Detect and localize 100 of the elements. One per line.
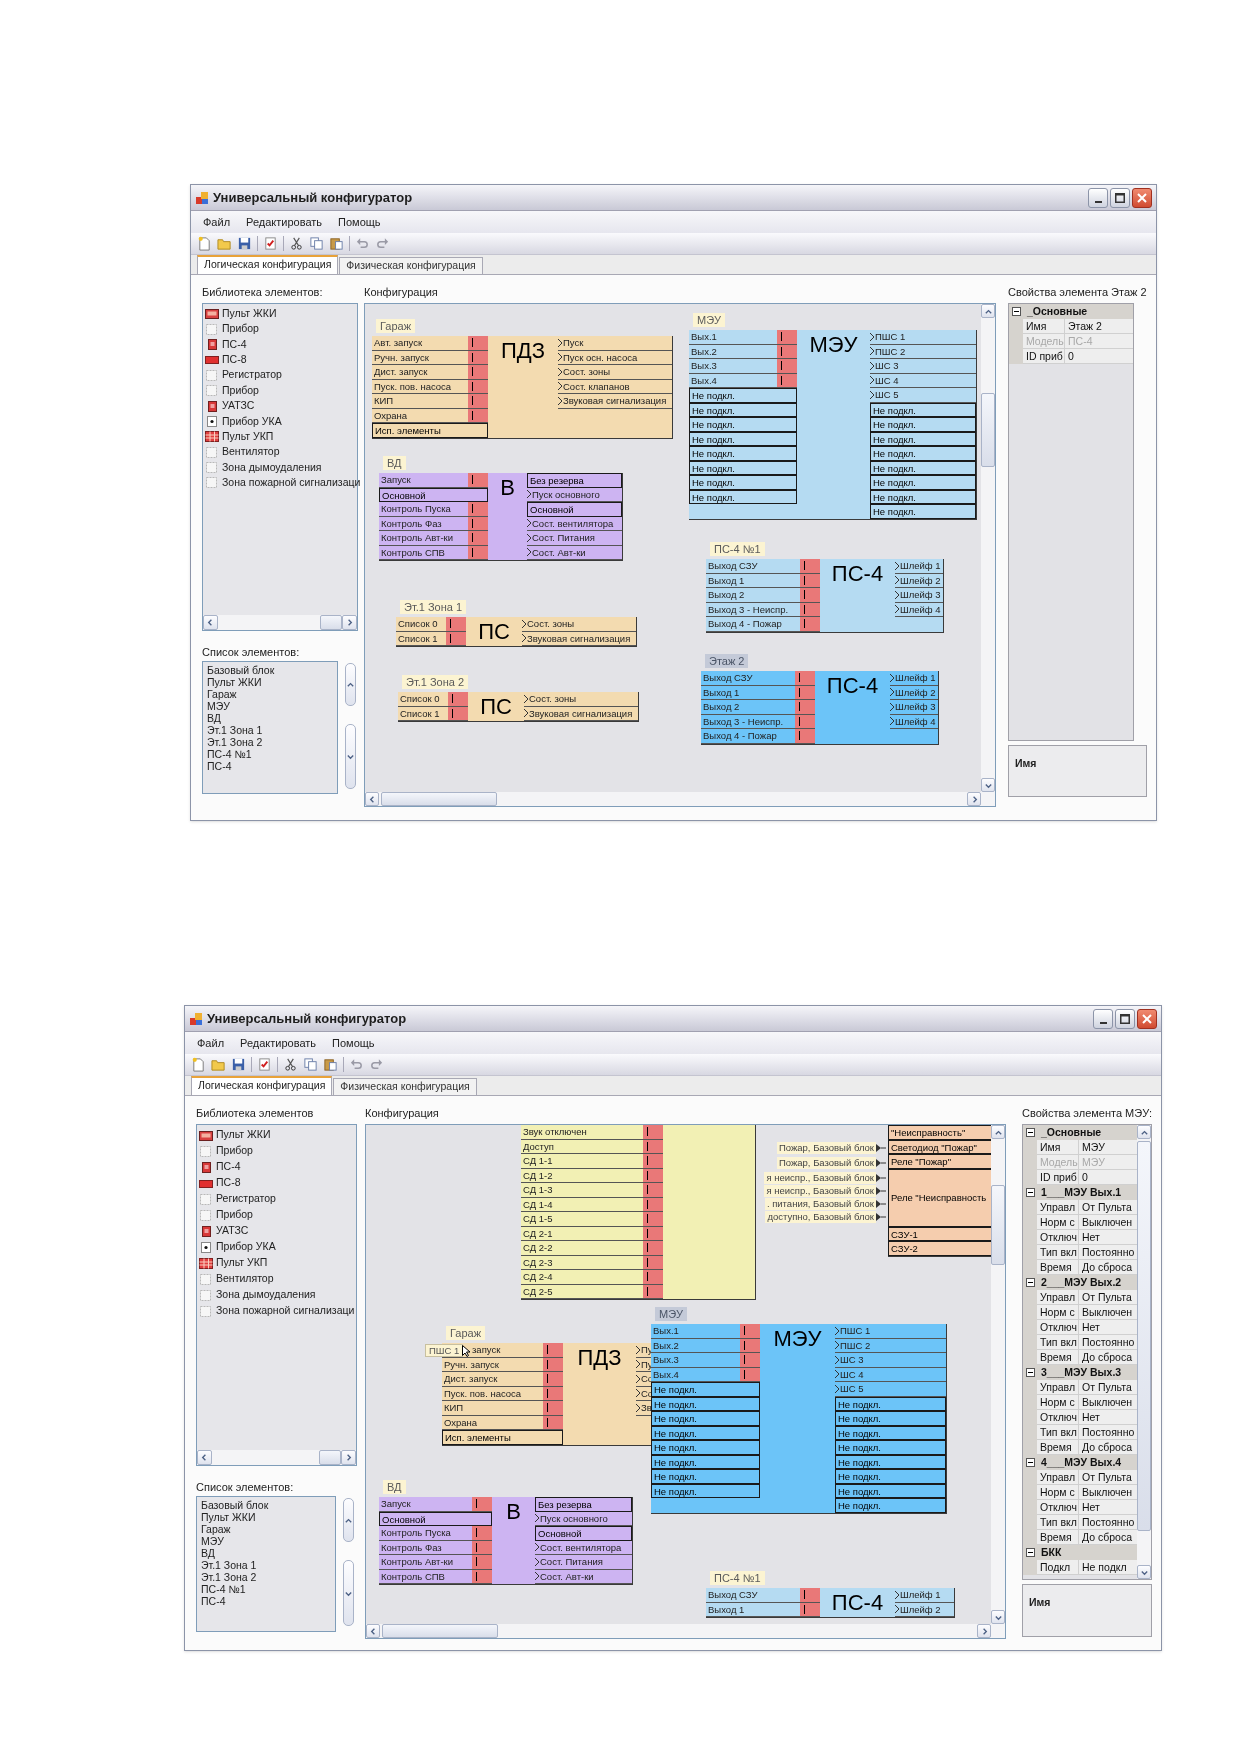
property-value[interactable]: До сброса	[1079, 1530, 1137, 1545]
device-block[interactable]: Запуск Основной Контроль Пуска Контроль Фаз Контроль Авт-ки Контроль СПВ В Без резерва Пуск основного Основной Сост. вентилятора Сост. Питания Сост. Авт-ки	[379, 473, 623, 561]
scroll-left-button[interactable]	[197, 1450, 212, 1465]
list-item[interactable]: Пульт ЖКИ	[207, 676, 262, 688]
property-value[interactable]: Постоянно	[1079, 1515, 1137, 1530]
scissors-icon[interactable]	[283, 1057, 298, 1072]
list-item[interactable]: Эт.1 Зона 1	[201, 1559, 257, 1571]
undo-icon[interactable]	[355, 236, 370, 251]
device-block[interactable]: Запуск Основной Контроль Пуска Контроль Фаз Контроль Авт-ки Контроль СПВ В Без резерва Пуск основного Основной Сост. вентилятора Сост. Питания Сост. Авт-ки	[379, 1497, 633, 1585]
close-button[interactable]	[1137, 1008, 1157, 1029]
block-title[interactable]: ПС-4 №1	[710, 1571, 765, 1585]
property-value[interactable]: До сброса	[1079, 1350, 1137, 1365]
property-value[interactable]: Нет	[1079, 1320, 1137, 1335]
library-item[interactable]: УАТЗС	[216, 1223, 249, 1239]
list-item[interactable]: Гараж	[207, 688, 237, 700]
block-title[interactable]: ПС-4 №1	[710, 542, 765, 556]
scroll-up-button[interactable]	[991, 1125, 1005, 1139]
scroll-right-button[interactable]	[342, 615, 357, 630]
library-item[interactable]: Регистратор	[216, 1191, 276, 1207]
scroll-left-button[interactable]	[365, 792, 379, 806]
tab[interactable]: Физическая конфигурация	[333, 1078, 477, 1095]
collapse-icon[interactable]	[1025, 1188, 1035, 1197]
minimize-button[interactable]	[1088, 187, 1108, 208]
list-item[interactable]: ПС-4	[207, 760, 232, 772]
block-title[interactable]: Эт.1 Зона 1	[400, 600, 467, 614]
block-title[interactable]: ВД	[383, 456, 406, 470]
library-item[interactable]: Зона пожарной сигнализаци	[222, 475, 361, 491]
scroll-right-button[interactable]	[967, 792, 981, 806]
maximize-button[interactable]	[1115, 1008, 1135, 1029]
list-item[interactable]: Базовый блок	[207, 664, 275, 676]
property-value[interactable]: Нет	[1079, 1230, 1137, 1245]
block-title[interactable]: МЭУ	[693, 313, 726, 327]
list-item[interactable]: ПС-4 №1	[207, 748, 252, 760]
property-value[interactable]: Выключен	[1079, 1485, 1137, 1500]
list-item[interactable]: Эт.1 Зона 2	[207, 736, 263, 748]
list-item[interactable]: МЭУ	[207, 700, 230, 712]
scroll-thumb[interactable]	[991, 1185, 1005, 1265]
library-item[interactable]: Зона пожарной сигнализаци	[216, 1303, 355, 1319]
property-value[interactable]: От Пульта	[1079, 1470, 1137, 1485]
list-item[interactable]: Эт.1 Зона 1	[207, 724, 263, 736]
collapse-icon[interactable]	[1025, 1458, 1035, 1467]
property-value[interactable]: Постоянно	[1079, 1425, 1137, 1440]
library-item[interactable]: Пульт УКП	[216, 1255, 268, 1271]
property-value[interactable]: Нет	[1079, 1500, 1137, 1515]
copy-icon[interactable]	[309, 236, 324, 251]
device-block[interactable]: Список 0 Список 1 ПС Сост. зоны Звуковая сигнализация	[396, 617, 637, 647]
list-item[interactable]: Гараж	[201, 1523, 231, 1535]
scroll-right-button[interactable]	[341, 1450, 356, 1465]
scroll-left-button[interactable]	[366, 1624, 380, 1638]
scroll-thumb[interactable]	[981, 393, 995, 467]
library-item[interactable]: Пульт УКП	[222, 428, 274, 445]
menu-item[interactable]: Помощь	[332, 213, 387, 231]
redo-icon[interactable]	[375, 236, 390, 251]
collapse-icon[interactable]	[1025, 1128, 1035, 1137]
device-block[interactable]: Выход СЗУ Выход 1 ПС-4 Шлейф 1 Шлейф 2	[706, 1588, 955, 1618]
property-value[interactable]: От Пульта	[1079, 1200, 1137, 1215]
scroll-thumb[interactable]	[382, 1624, 498, 1638]
library-item[interactable]: Регистратор	[222, 367, 282, 384]
scroll-down-button[interactable]	[981, 778, 995, 792]
library-item[interactable]: Зона дымоудаления	[216, 1287, 316, 1303]
library-item[interactable]: Вентилятор	[216, 1271, 274, 1287]
device-block[interactable]: Выход СЗУ Выход 1 Выход 2 Выход 3 - Неиспр. Выход 4 - Пожар ПС-4 Шлейф 1 Шлейф 2 Шлейф 3 Шлейф 4	[701, 671, 939, 745]
paste-icon[interactable]	[329, 236, 344, 251]
library-item[interactable]: Прибор	[222, 321, 259, 337]
property-value[interactable]: Постоянно	[1079, 1245, 1137, 1260]
block-title[interactable]: Гараж	[376, 319, 416, 333]
property-value[interactable]: 0	[1065, 349, 1133, 364]
menu-item[interactable]: Файл	[197, 213, 237, 231]
scroll-thumb[interactable]	[1137, 1141, 1151, 1531]
property-value[interactable]: Выключен	[1079, 1215, 1137, 1230]
save-icon[interactable]	[231, 1057, 246, 1072]
block-title[interactable]: Эт.1 Зона 2	[402, 675, 469, 689]
scissors-icon[interactable]	[289, 236, 304, 251]
list-item[interactable]: ПС-4 №1	[201, 1583, 246, 1595]
paste-icon[interactable]	[323, 1057, 338, 1072]
library-item[interactable]: ПС-4	[222, 336, 247, 353]
scroll-thumb[interactable]	[381, 792, 497, 806]
list-item[interactable]: ВД	[207, 712, 221, 724]
collapse-icon[interactable]	[1025, 1368, 1035, 1377]
library-item[interactable]: Пульт ЖКИ	[222, 305, 277, 322]
new-file-icon[interactable]	[197, 236, 212, 251]
checklist-icon[interactable]	[263, 236, 278, 251]
undo-icon[interactable]	[349, 1057, 364, 1072]
device-block[interactable]: "Неисправность" Светодиод "Пожар" Реле "Пожар" Реле "Неисправность СЗУ-1 СЗУ-2	[888, 1125, 991, 1257]
library-item[interactable]: Прибор	[216, 1143, 253, 1159]
tab[interactable]: Физическая конфигурация	[339, 257, 483, 274]
device-block[interactable]: Звук отключен Доступ СД 1-1 СД 1-2 СД 1-3 СД 1-4 СД 1-5 СД 2-1 СД 2-2 СД 2-3 СД 2-4 СД 2-5	[521, 1125, 756, 1300]
menu-item[interactable]: Файл	[191, 1034, 231, 1052]
scroll-down-button[interactable]	[991, 1610, 1005, 1624]
collapse-icon[interactable]	[1025, 1548, 1035, 1557]
scroll-right-button[interactable]	[977, 1624, 991, 1638]
library-item[interactable]: Прибор	[222, 382, 259, 399]
block-title[interactable]: ВД	[383, 1480, 406, 1494]
scroll-left-button[interactable]	[203, 615, 218, 630]
device-block[interactable]	[689, 330, 977, 520]
library-item[interactable]: ПС-4	[216, 1159, 241, 1175]
minimize-button[interactable]	[1093, 1008, 1113, 1029]
library-item[interactable]: Вентилятор	[222, 444, 280, 461]
copy-icon[interactable]	[303, 1057, 318, 1072]
property-value[interactable]: МЭУ	[1079, 1140, 1137, 1155]
